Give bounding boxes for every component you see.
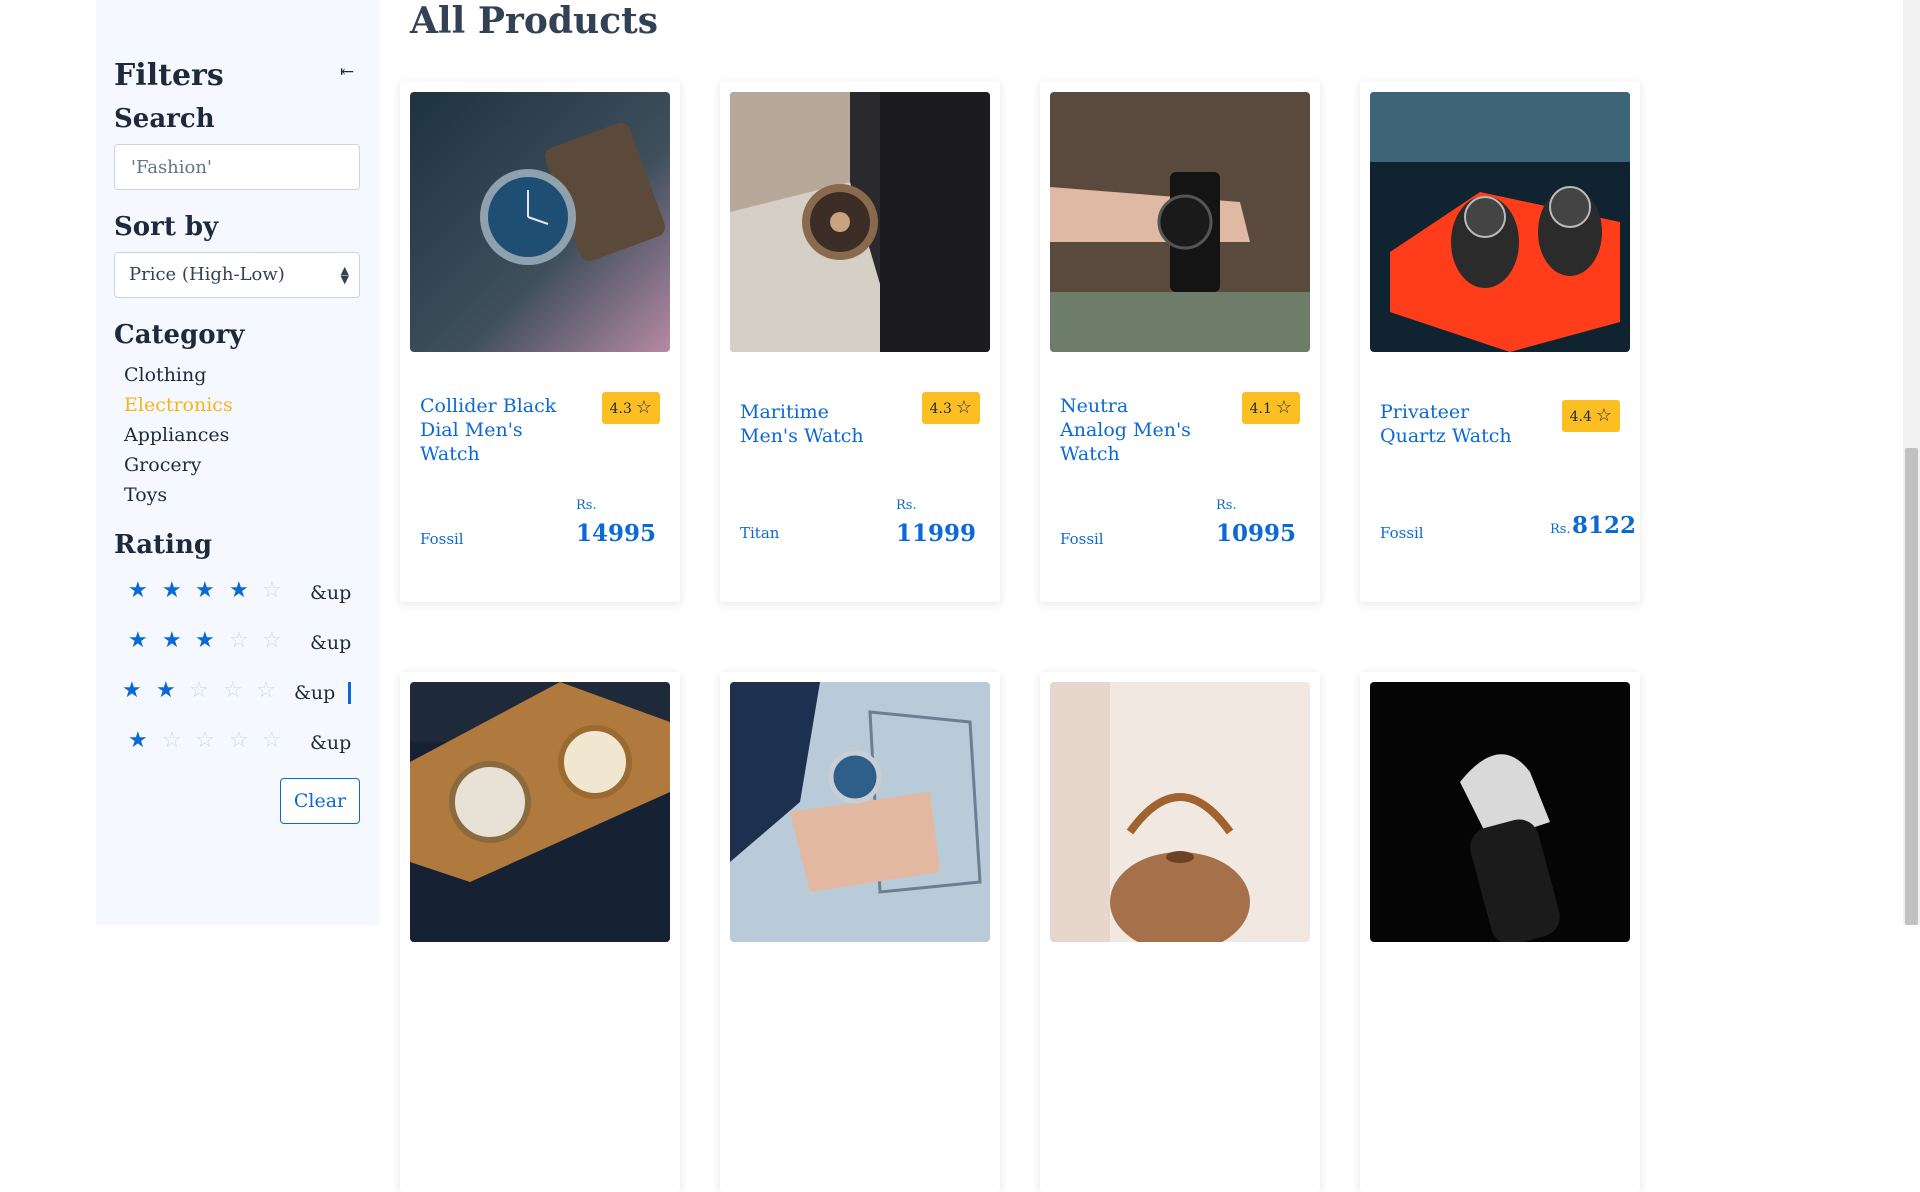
product-price: 11999 [896,520,977,547]
product-brand: Fossil [1380,524,1424,542]
star-filled-icon: ★ [229,578,249,603]
rating-filter-2-up[interactable]: ★ ★ ☆ ☆ ☆ &up [96,674,380,714]
rating-badge: 4.4 ☆ [1561,400,1620,432]
category-item-clothing[interactable]: Clothing [124,360,233,390]
product-brand: Titan [740,524,780,542]
product-card[interactable]: Privateer Quartz Watch 4.4 ☆ Fossil Rs. 8… [1360,82,1640,602]
star-filled-icon: ★ [162,628,182,653]
sort-selected-value: Price (High-Low) [129,264,285,285]
sort-arrows-icon: ▲ ▼ [340,264,349,286]
product-image[interactable] [1050,92,1310,352]
product-price: 14995 [576,520,657,547]
and-up-label: &up [310,582,352,604]
page-scrollbar[interactable] [1903,0,1920,925]
filters-title: Filters [114,58,224,93]
star-empty-icon: ☆ [162,728,182,753]
product-card[interactable]: Neutra Analog Men's Watch 4.1 ☆ Fossil Rs… [1040,82,1320,602]
star-empty-icon: ☆ [262,628,282,653]
sort-heading: Sort by [114,212,219,242]
star-filled-icon: ★ [195,578,215,603]
star-empty-icon: ☆ [229,728,249,753]
product-title[interactable]: Neutra Analog Men's Watch [1060,394,1200,466]
search-input[interactable] [114,144,360,190]
star-empty-icon: ☆ [223,678,243,703]
star-empty-icon: ☆ [256,678,276,703]
product-card[interactable] [1360,672,1640,1192]
category-item-grocery[interactable]: Grocery [124,450,233,480]
rating-badge: 4.3 ☆ [601,392,660,424]
product-card[interactable] [1040,672,1320,1192]
rating-filter-4-up[interactable]: ★ ★ ★ ★ ☆ &up [96,574,380,614]
star-filled-icon: ★ [128,578,148,603]
star-empty-icon: ☆ [262,578,282,603]
star-empty-icon: ☆ [189,678,209,703]
collapse-left-arrow-icon[interactable]: ⇤ [340,62,354,82]
and-up-label: &up [310,732,352,754]
product-title[interactable]: Collider Black Dial Men's Watch [420,394,560,466]
star-outline-icon: ☆ [635,397,652,418]
product-brand: Fossil [420,530,464,548]
product-image[interactable] [410,92,670,352]
star-outline-icon: ☆ [1275,397,1292,418]
clear-filters-button[interactable]: Clear [280,778,360,824]
star-empty-icon: ☆ [229,628,249,653]
rating-value: 4.4 [1569,409,1592,425]
rating-value: 4.3 [609,401,632,417]
product-card[interactable]: Maritime Men's Watch 4.3 ☆ Titan Rs. 1199… [720,82,1000,602]
product-image[interactable] [730,92,990,352]
product-image[interactable] [730,682,990,942]
star-filled-icon: ★ [195,628,215,653]
star-empty-icon: ☆ [195,728,215,753]
star-empty-icon: ☆ [262,728,282,753]
category-heading: Category [114,320,245,350]
rating-value: 4.1 [1249,401,1272,417]
rating-heading: Rating [114,530,213,560]
filters-sidebar: Filters ⇤ Search Sort by Price (High-Low… [96,0,380,925]
rating-value: 4.3 [929,401,952,417]
currency-label: Rs. [1550,522,1571,537]
scrollbar-thumb[interactable] [1905,448,1918,925]
product-price: 10995 [1216,520,1297,547]
star-filled-icon: ★ [128,728,148,753]
rating-filter-3-up[interactable]: ★ ★ ★ ☆ ☆ &up [96,624,380,664]
star-filled-icon: ★ [128,628,148,653]
product-image[interactable] [410,682,670,942]
category-item-electronics[interactable]: Electronics [124,390,233,420]
product-image[interactable] [1050,682,1310,942]
product-card[interactable] [400,672,680,1192]
category-item-appliances[interactable]: Appliances [124,420,233,450]
search-heading: Search [114,104,215,134]
star-outline-icon: ☆ [1595,405,1612,426]
selected-indicator [348,682,351,704]
sort-select[interactable]: Price (High-Low) ▲ ▼ [114,252,360,298]
and-up-label: &up [294,682,336,704]
product-title[interactable]: Maritime Men's Watch [740,400,880,448]
rating-badge: 4.1 ☆ [1241,392,1300,424]
currency-label: Rs. [576,498,597,513]
currency-label: Rs. [896,498,917,513]
product-image[interactable] [1370,92,1630,352]
rating-filter-1-up[interactable]: ★ ☆ ☆ ☆ ☆ &up [96,724,380,764]
rating-badge: 4.3 ☆ [921,392,980,424]
product-image[interactable] [1370,682,1630,942]
star-filled-icon: ★ [122,678,142,703]
category-list: Clothing Electronics Appliances Grocery … [124,360,233,510]
currency-label: Rs. [1216,498,1237,513]
category-item-toys[interactable]: Toys [124,480,233,510]
product-title[interactable]: Privateer Quartz Watch [1380,400,1520,448]
page-title: All Products [410,0,659,42]
product-brand: Fossil [1060,530,1104,548]
star-filled-icon: ★ [162,578,182,603]
and-up-label: &up [310,632,352,654]
product-card[interactable] [720,672,1000,1192]
product-card[interactable]: Collider Black Dial Men's Watch 4.3 ☆ Fos… [400,82,680,602]
product-price: 8122 [1572,512,1637,539]
star-outline-icon: ☆ [955,397,972,418]
star-filled-icon: ★ [156,678,176,703]
